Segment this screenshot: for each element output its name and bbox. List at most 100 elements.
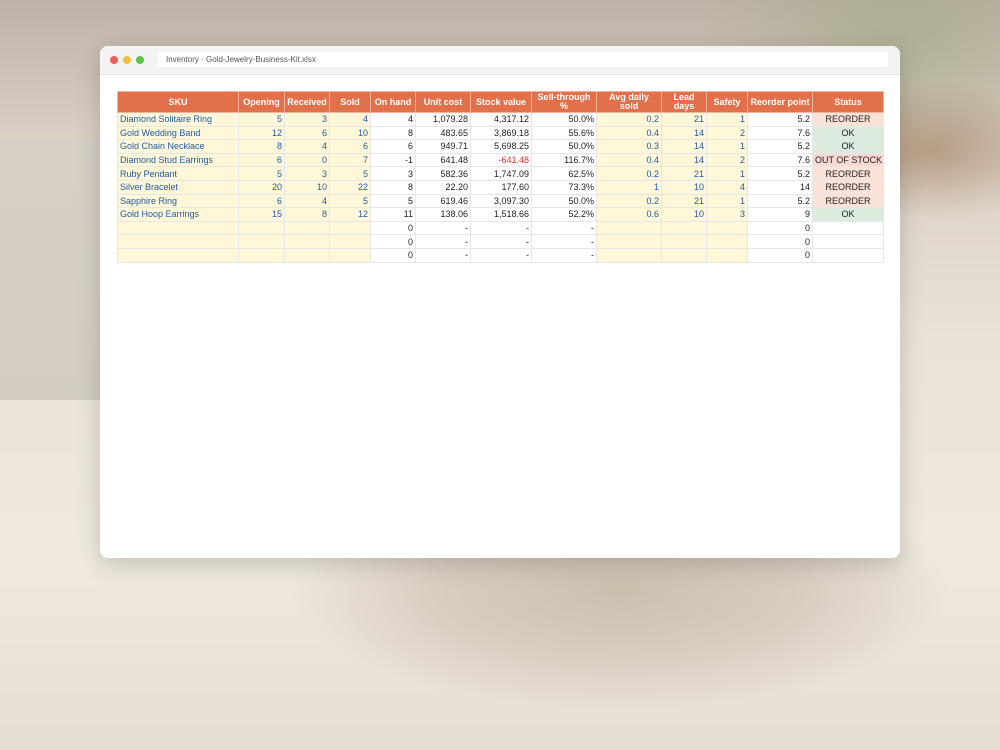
cell[interactable]: 10	[661, 207, 707, 222]
cell[interactable]: 5	[238, 112, 285, 127]
cell[interactable]: 50.0%	[531, 193, 597, 209]
cell[interactable]: 3,097.30	[470, 193, 532, 209]
cell[interactable]: 2	[706, 152, 748, 168]
cell[interactable]: 0	[370, 247, 416, 263]
cell[interactable]: 55.6%	[531, 125, 597, 141]
close-window-button[interactable]	[110, 56, 118, 64]
column-header[interactable]: Received	[284, 91, 330, 113]
cell[interactable]: 6	[284, 125, 330, 141]
sku-cell[interactable]: Gold Hoop Earrings	[117, 207, 239, 222]
cell[interactable]: 21	[661, 166, 707, 181]
cell[interactable]	[238, 220, 285, 236]
cell[interactable]	[706, 220, 748, 236]
sku-cell[interactable]: Gold Wedding Band	[117, 125, 239, 141]
cell[interactable]: -	[415, 247, 471, 263]
cell[interactable]	[596, 220, 662, 236]
cell[interactable]: 1	[706, 193, 748, 209]
cell[interactable]: 116.7%	[531, 152, 597, 168]
column-header[interactable]: Avg daily sold	[596, 91, 662, 113]
cell[interactable]: -	[470, 247, 532, 263]
status-cell[interactable]: OK	[812, 139, 884, 154]
cell[interactable]: 1,079.28	[415, 112, 471, 127]
cell[interactable]: 1,747.09	[470, 166, 532, 181]
status-cell[interactable]: REORDER	[812, 166, 884, 181]
cell[interactable]: 8	[284, 207, 330, 222]
sku-cell[interactable]	[117, 220, 239, 236]
cell[interactable]	[596, 234, 662, 249]
cell[interactable]: -	[531, 247, 597, 263]
cell[interactable]: 2	[706, 125, 748, 141]
cell[interactable]: -	[531, 234, 597, 249]
cell[interactable]	[661, 247, 707, 263]
cell[interactable]: 1	[596, 179, 662, 195]
cell[interactable]: 0	[284, 152, 330, 168]
cell[interactable]: -1	[370, 152, 416, 168]
column-header[interactable]: Sold	[329, 91, 371, 113]
cell[interactable]: 0	[747, 220, 813, 236]
cell[interactable]: 14	[661, 139, 707, 154]
cell[interactable]: 3	[284, 166, 330, 181]
sku-cell[interactable]	[117, 234, 239, 249]
cell[interactable]: 21	[661, 193, 707, 209]
cell[interactable]: 949.71	[415, 139, 471, 154]
status-cell[interactable]: OK	[812, 207, 884, 222]
sku-cell[interactable]: Silver Bracelet	[117, 179, 239, 195]
status-cell[interactable]: REORDER	[812, 112, 884, 127]
cell[interactable]: 12	[238, 125, 285, 141]
cell[interactable]: -	[470, 220, 532, 236]
cell[interactable]: 73.3%	[531, 179, 597, 195]
status-cell[interactable]: REORDER	[812, 179, 884, 195]
cell[interactable]	[238, 234, 285, 249]
column-header[interactable]: On hand	[370, 91, 416, 113]
cell[interactable]: 6	[329, 139, 371, 154]
cell[interactable]: 10	[661, 179, 707, 195]
cell[interactable]: 5.2	[747, 166, 813, 181]
cell[interactable]: 1	[706, 112, 748, 127]
cell[interactable]: 0.2	[596, 166, 662, 181]
cell[interactable]: 10	[329, 125, 371, 141]
cell[interactable]	[284, 220, 330, 236]
cell[interactable]: 14	[747, 179, 813, 195]
cell[interactable]: 0	[370, 234, 416, 249]
cell[interactable]: 0	[370, 220, 416, 236]
column-header[interactable]: Unit cost	[415, 91, 471, 113]
cell[interactable]: -641.48	[470, 152, 532, 168]
cell[interactable]	[706, 247, 748, 263]
cell[interactable]: 582.36	[415, 166, 471, 181]
cell[interactable]: 7.6	[747, 152, 813, 168]
column-header[interactable]: SKU	[117, 91, 239, 113]
cell[interactable]: 0	[747, 247, 813, 263]
cell[interactable]: 50.0%	[531, 112, 597, 127]
cell[interactable]: 15	[238, 207, 285, 222]
cell[interactable]: 7.6	[747, 125, 813, 141]
column-header[interactable]: Safety	[706, 91, 748, 113]
cell[interactable]: 0.4	[596, 152, 662, 168]
cell[interactable]: 5,698.25	[470, 139, 532, 154]
cell[interactable]: 5	[370, 193, 416, 209]
cell[interactable]: 6	[370, 139, 416, 154]
cell[interactable]: 8	[370, 179, 416, 195]
cell[interactable]: 3,869.18	[470, 125, 532, 141]
status-cell[interactable]	[812, 247, 884, 263]
sku-cell[interactable]: Gold Chain Necklace	[117, 139, 239, 154]
cell[interactable]: 22	[329, 179, 371, 195]
column-header[interactable]: Lead days	[661, 91, 707, 113]
cell[interactable]: 11	[370, 207, 416, 222]
cell[interactable]: 52.2%	[531, 207, 597, 222]
minimize-window-button[interactable]	[123, 56, 131, 64]
cell[interactable]: 10	[284, 179, 330, 195]
cell[interactable]: 4	[284, 139, 330, 154]
cell[interactable]: 62.5%	[531, 166, 597, 181]
cell[interactable]: 1,518.66	[470, 207, 532, 222]
cell[interactable]	[706, 234, 748, 249]
cell[interactable]: 50.0%	[531, 139, 597, 154]
cell[interactable]	[329, 247, 371, 263]
cell[interactable]: 14	[661, 125, 707, 141]
cell[interactable]: 22.20	[415, 179, 471, 195]
cell[interactable]: 6	[238, 193, 285, 209]
sku-cell[interactable]: Diamond Stud Earrings	[117, 152, 239, 168]
cell[interactable]: 3	[370, 166, 416, 181]
cell[interactable]: 483.65	[415, 125, 471, 141]
cell[interactable]: 5.2	[747, 112, 813, 127]
cell[interactable]: 8	[238, 139, 285, 154]
